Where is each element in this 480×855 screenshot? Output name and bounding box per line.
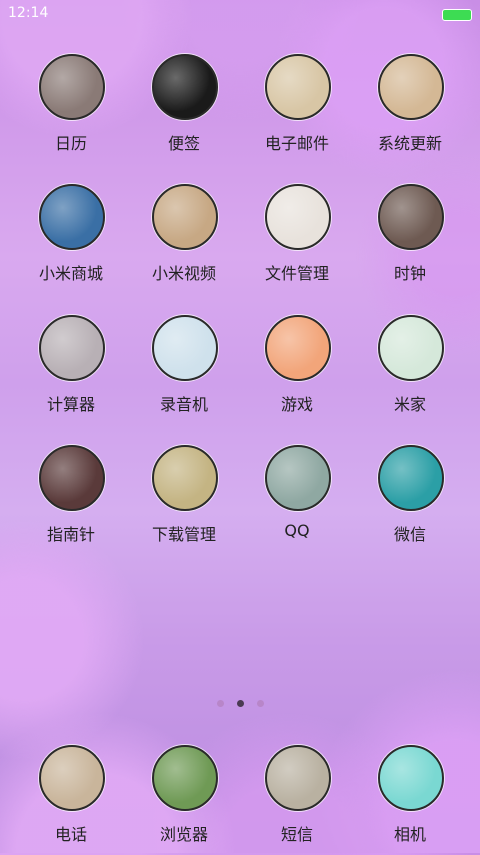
calendar-icon[interactable] (39, 54, 105, 120)
app-label: 小米视频 (151, 264, 216, 283)
grid-app-1[interactable]: 便签 (129, 54, 239, 164)
grid-app-3[interactable]: 系统更新 (355, 54, 465, 164)
camera-icon[interactable] (378, 745, 444, 811)
page-dot-3[interactable] (257, 700, 264, 707)
dock-app-2[interactable]: 短信 (242, 745, 352, 855)
app-label: 指南针 (46, 525, 95, 544)
app-label: 短信 (280, 825, 313, 844)
mijia-icon[interactable] (378, 315, 444, 381)
app-label: 日历 (54, 134, 87, 153)
notes-icon[interactable] (152, 54, 218, 120)
app-label: 电子邮件 (264, 134, 329, 153)
app-label: 便签 (167, 134, 200, 153)
clock-icon[interactable] (378, 184, 444, 250)
wechat-icon[interactable] (378, 445, 444, 511)
app-label: 小米商城 (38, 264, 103, 283)
grid-app-4[interactable]: 小米商城 (16, 184, 126, 294)
sms-icon[interactable] (265, 745, 331, 811)
page-dot-2[interactable] (237, 700, 244, 707)
grid-app-7[interactable]: 时钟 (355, 184, 465, 294)
dock-app-0[interactable]: 电话 (16, 745, 126, 855)
dock-app-1[interactable]: 浏览器 (129, 745, 239, 855)
app-label: 微信 (393, 525, 426, 544)
email-icon[interactable] (265, 54, 331, 120)
app-label: 系统更新 (377, 134, 442, 153)
grid-app-6[interactable]: 文件管理 (242, 184, 352, 294)
game-icon[interactable] (265, 315, 331, 381)
mall-icon[interactable] (39, 184, 105, 250)
grid-app-11[interactable]: 米家 (355, 315, 465, 425)
grid-app-12[interactable]: 指南针 (16, 445, 126, 555)
recorder-icon[interactable] (152, 315, 218, 381)
status-time: 12:14 (8, 5, 49, 21)
app-label: 相机 (393, 825, 426, 844)
grid-app-2[interactable]: 电子邮件 (242, 54, 352, 164)
page-dot-1[interactable] (217, 700, 224, 707)
qq-icon[interactable] (265, 445, 331, 511)
app-label: 文件管理 (264, 264, 329, 283)
grid-app-8[interactable]: 计算器 (16, 315, 126, 425)
update-icon[interactable] (378, 54, 444, 120)
status-bar: 12:14 (0, 0, 480, 28)
grid-app-9[interactable]: 录音机 (129, 315, 239, 425)
battery-icon (442, 9, 472, 21)
compass-icon[interactable] (39, 445, 105, 511)
download-icon[interactable] (152, 445, 218, 511)
grid-app-15[interactable]: 微信 (355, 445, 465, 555)
grid-app-10[interactable]: 游戏 (242, 315, 352, 425)
video-icon[interactable] (152, 184, 218, 250)
app-label: QQ (284, 521, 310, 540)
dock-app-3[interactable]: 相机 (355, 745, 465, 855)
app-label: 米家 (393, 395, 426, 414)
app-label: 计算器 (46, 395, 95, 414)
app-label: 录音机 (159, 395, 208, 414)
app-label: 时钟 (393, 264, 426, 283)
files-icon[interactable] (265, 184, 331, 250)
page-indicator (0, 700, 480, 710)
calculator-icon[interactable] (39, 315, 105, 381)
grid-app-14[interactable]: QQ (242, 445, 352, 555)
app-label: 下载管理 (151, 525, 216, 544)
grid-app-5[interactable]: 小米视频 (129, 184, 239, 294)
grid-app-0[interactable]: 日历 (16, 54, 126, 164)
app-label: 浏览器 (159, 825, 208, 844)
app-label: 电话 (54, 825, 87, 844)
browser-icon[interactable] (152, 745, 218, 811)
phone-icon[interactable] (39, 745, 105, 811)
app-label: 游戏 (280, 395, 313, 414)
grid-app-13[interactable]: 下载管理 (129, 445, 239, 555)
